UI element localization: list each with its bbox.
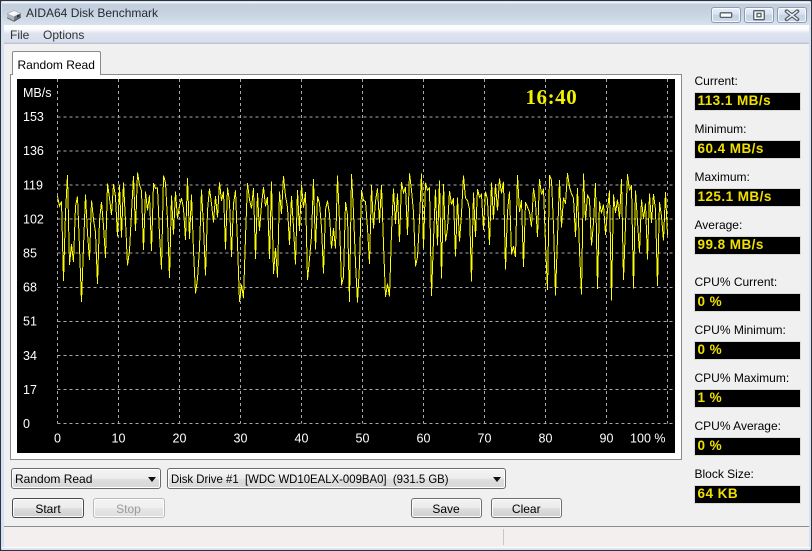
svg-text:100 %: 100 % bbox=[630, 431, 665, 445]
svg-text:34: 34 bbox=[23, 348, 37, 362]
svg-text:136: 136 bbox=[23, 144, 44, 158]
svg-text:10: 10 bbox=[112, 431, 126, 445]
svg-text:50: 50 bbox=[356, 431, 370, 445]
svg-text:30: 30 bbox=[234, 431, 248, 445]
svg-text:119: 119 bbox=[23, 178, 43, 192]
svg-text:153: 153 bbox=[23, 110, 44, 124]
svg-text:68: 68 bbox=[23, 280, 37, 294]
svg-text:17: 17 bbox=[23, 382, 37, 396]
svg-text:MB/s: MB/s bbox=[23, 86, 51, 100]
svg-text:0: 0 bbox=[54, 431, 61, 445]
svg-text:90: 90 bbox=[600, 431, 614, 445]
svg-text:51: 51 bbox=[23, 314, 37, 328]
svg-text:85: 85 bbox=[23, 246, 37, 260]
svg-text:0: 0 bbox=[23, 417, 30, 431]
svg-text:70: 70 bbox=[478, 431, 492, 445]
svg-text:20: 20 bbox=[173, 431, 187, 445]
svg-text:16:40: 16:40 bbox=[526, 84, 578, 108]
svg-text:40: 40 bbox=[295, 431, 309, 445]
svg-text:102: 102 bbox=[23, 212, 44, 226]
svg-text:60: 60 bbox=[417, 431, 431, 445]
svg-text:80: 80 bbox=[539, 431, 553, 445]
